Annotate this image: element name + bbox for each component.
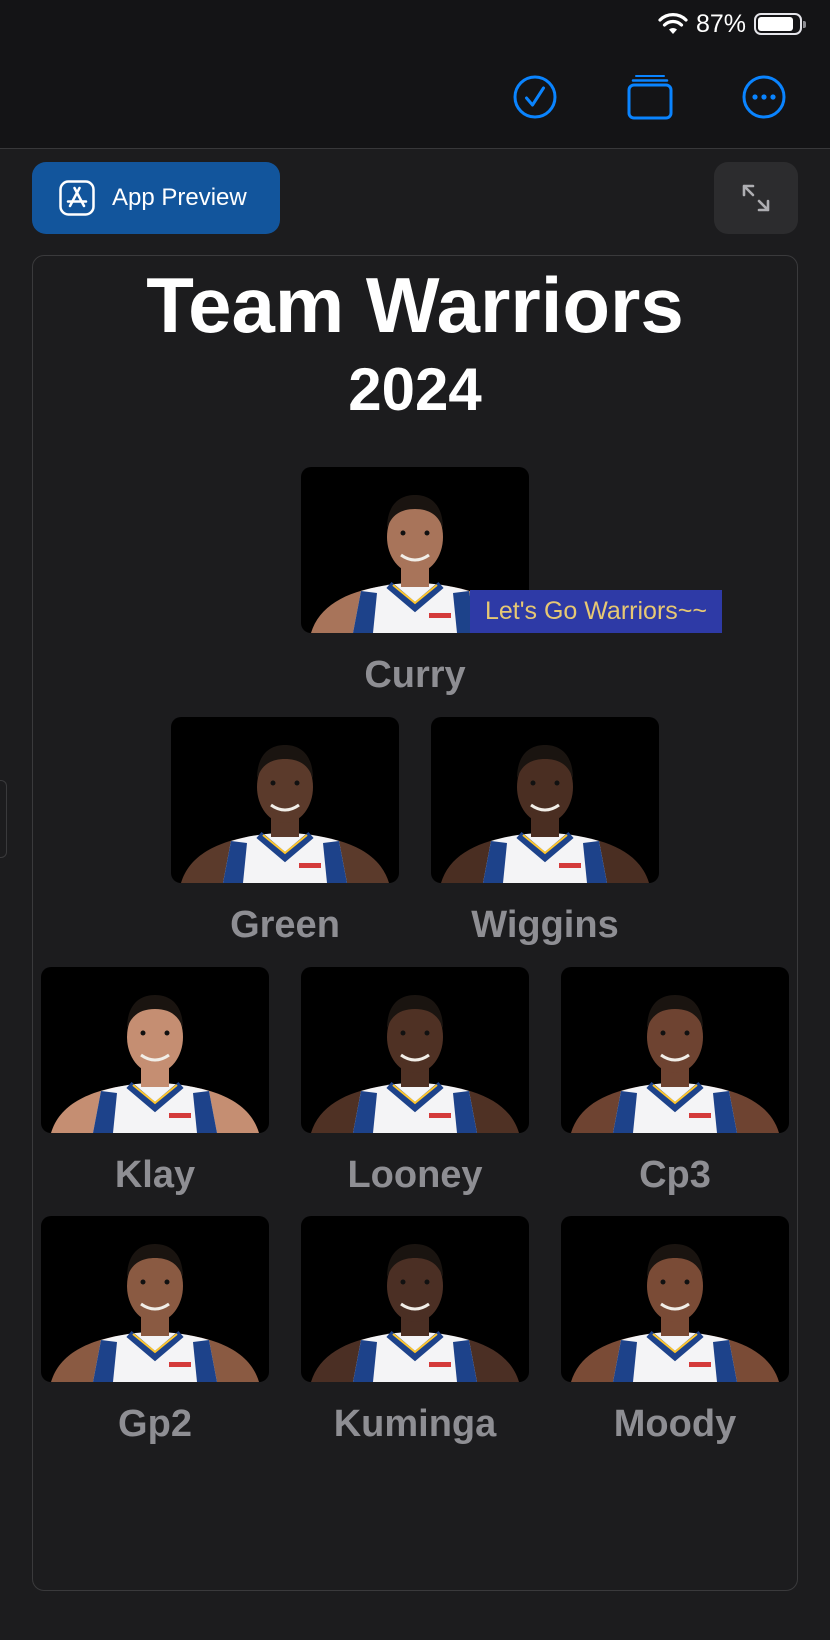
ellipsis-circle-icon (742, 75, 786, 119)
player-photo (561, 967, 789, 1133)
player-portrait-icon (311, 995, 519, 1133)
player-portrait-icon (181, 745, 389, 883)
cheer-banner: Let's Go Warriors~~ (470, 590, 722, 633)
player-name: Klay (114, 1154, 196, 1196)
app-store-icon (59, 180, 95, 216)
side-handle[interactable] (0, 780, 7, 858)
player-card-moody[interactable]: Moody (561, 1216, 789, 1446)
player-photo (431, 717, 659, 883)
app-screen: 87% App Preview Team Warriors 2024 Curry… (0, 0, 830, 1640)
player-name: Gp2 (118, 1403, 192, 1445)
player-card-wiggins[interactable]: Wiggins (431, 717, 659, 947)
page-title: Team Warriors (146, 261, 684, 349)
player-portrait-icon (441, 745, 649, 883)
stack-icon (627, 75, 673, 120)
top-bar: 87% (0, 0, 830, 149)
player-photo (301, 1216, 529, 1382)
player-portrait-icon (51, 995, 259, 1133)
player-portrait-icon (571, 1244, 779, 1382)
player-name: Curry (364, 654, 466, 696)
player-portrait-icon (51, 1244, 259, 1382)
status-bar: 87% (658, 8, 806, 40)
player-portrait-icon (311, 1244, 519, 1382)
expand-button[interactable] (714, 162, 798, 234)
battery-icon (754, 13, 806, 35)
app-preview-button[interactable]: App Preview (32, 162, 280, 234)
player-name: Green (230, 904, 340, 946)
player-card-gp2[interactable]: Gp2 (41, 1216, 269, 1446)
player-card-cp3[interactable]: Cp3 (561, 967, 789, 1197)
player-name: Looney (347, 1154, 483, 1196)
more-button[interactable] (741, 74, 787, 120)
player-card-klay[interactable]: Klay (41, 967, 269, 1197)
pages-button[interactable] (627, 74, 673, 120)
player-portrait-icon (571, 995, 779, 1133)
app-preview-label: App Preview (112, 184, 247, 211)
player-photo (41, 967, 269, 1133)
player-photo (171, 717, 399, 883)
player-name: Kuminga (333, 1403, 497, 1445)
player-card-curry[interactable]: Curry (301, 467, 529, 697)
player-card-kuminga[interactable]: Kuminga (301, 1216, 529, 1446)
player-photo (301, 967, 529, 1133)
battery-percentage: 87% (695, 9, 746, 38)
player-photo (41, 1216, 269, 1382)
done-button[interactable] (512, 74, 558, 120)
player-card-green[interactable]: Green (171, 717, 399, 947)
player-name: Wiggins (471, 904, 619, 946)
player-photo (561, 1216, 789, 1382)
wifi-icon (658, 13, 688, 34)
player-card-looney[interactable]: Looney (301, 967, 529, 1197)
player-name: Moody (613, 1403, 737, 1445)
checkmark-circle-icon (513, 75, 557, 119)
player-name: Cp3 (639, 1154, 711, 1196)
expand-arrows-icon (742, 184, 770, 212)
page-subtitle-year: 2024 (348, 356, 482, 423)
